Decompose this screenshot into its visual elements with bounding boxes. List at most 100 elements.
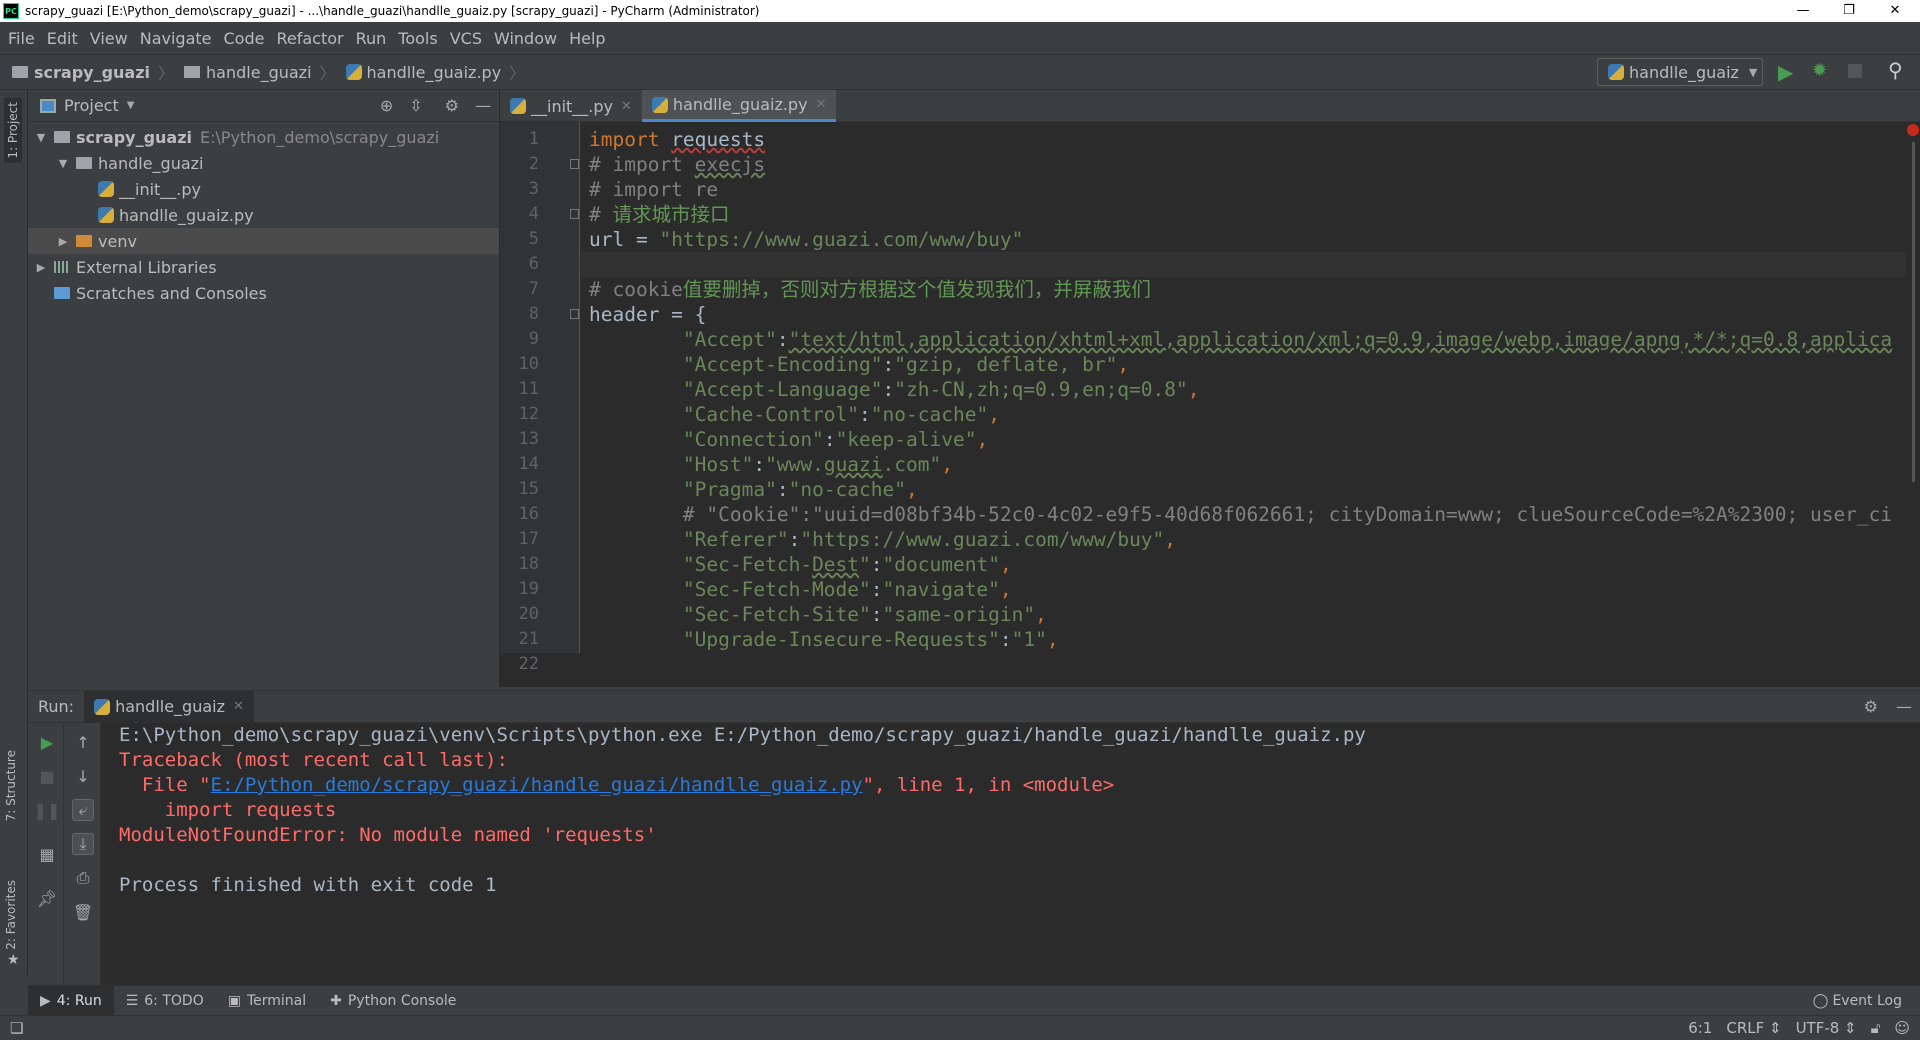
debug-bug-icon[interactable]: ✹ [1812, 60, 1827, 81]
tool-window-run[interactable]: ▶ 4: Run [28, 985, 114, 1016]
run-configuration-select[interactable]: handlle_guaiz ▼ [1597, 58, 1763, 86]
tree-item[interactable]: handlle_guaiz.py [28, 202, 499, 228]
code-area[interactable]: import requests # import execjs # import r… [581, 122, 1906, 653]
code-line[interactable]: url = "https://www.guazi.com/www/buy" [589, 227, 1023, 252]
code-line[interactable]: "Sec-Fetch-Site":"same-origin", [589, 602, 1047, 627]
breadcrumb-package[interactable]: handle_guazi 〉 [184, 60, 336, 84]
scrollbar-thumb[interactable] [1912, 142, 1915, 482]
tree-item[interactable]: ▼ handle_guazi [28, 150, 499, 176]
tool-window-python-console[interactable]: ✚ Python Console [318, 986, 468, 1016]
code-line[interactable]: "Upgrade-Insecure-Requests":"1", [589, 627, 1059, 652]
close-tab-icon[interactable]: ✕ [816, 97, 827, 112]
hide-panel-icon[interactable]: — [475, 96, 491, 115]
hide-panel-icon[interactable]: — [1896, 697, 1912, 716]
tool-window-terminal[interactable]: ▣ Terminal [216, 986, 318, 1016]
panel-toggle-icon[interactable]: ❏ [10, 1019, 23, 1037]
menu-file[interactable]: File [8, 29, 35, 48]
code-line[interactable]: # "Cookie":"uuid=d08bf34b-52c0-4c02-e9f5… [589, 502, 1892, 527]
search-icon[interactable]: ⚲ [1888, 58, 1903, 82]
soft-wrap-icon[interactable]: ⤶ [72, 799, 94, 821]
expand-arrow-icon[interactable]: ▼ [34, 131, 48, 144]
caret-position[interactable]: 6:1 [1688, 1019, 1712, 1037]
favorites-tool-button[interactable]: 2: Favorites [4, 880, 18, 950]
minimize-button[interactable]: — [1780, 0, 1826, 22]
code-line[interactable]: "Sec-Fetch-Dest":"document", [589, 552, 1012, 577]
menu-navigate[interactable]: Navigate [140, 29, 212, 48]
tab-init-py[interactable]: __init__.py ✕ [500, 90, 642, 122]
lock-open-icon[interactable]: 🔓︎ [1871, 1019, 1881, 1037]
close-tab-icon[interactable]: ✕ [621, 99, 632, 114]
expand-arrow-icon[interactable]: ▶ [56, 235, 70, 248]
tree-item[interactable]: ▼ scrapy_guazi E:\Python_demo\scrapy_guazi [28, 124, 499, 150]
code-line[interactable]: "Pragma":"no-cache", [589, 477, 918, 502]
event-log-button[interactable]: ◯ Event Log [1813, 993, 1902, 1009]
file-link[interactable]: E:/Python_demo/scrapy_guazi/handle_guazi… [211, 774, 863, 796]
line-separator-select[interactable]: CRLF ⇕ [1726, 1019, 1781, 1037]
stop-button[interactable] [1848, 64, 1862, 78]
tool-window-todo[interactable]: ☰ 6: TODO [114, 986, 216, 1016]
code-line[interactable]: "Accept":"text/html,application/xhtml+xm… [589, 327, 1892, 352]
code-line[interactable]: "Accept-Encoding":"gzip, deflate, br", [589, 352, 1129, 377]
code-line[interactable]: "Cache-Control":"no-cache", [589, 402, 1000, 427]
fold-marker-icon[interactable] [570, 209, 579, 219]
chevron-down-icon[interactable]: ▼ [127, 100, 135, 111]
fold-marker-icon[interactable] [570, 309, 579, 319]
code-line[interactable]: "User-Agent":"Mozilla/5.0 (Windows NT 10… [589, 652, 1892, 653]
error-indicator-icon[interactable] [1907, 124, 1919, 136]
code-line[interactable]: "Referer":"https://www.guazi.com/www/buy… [589, 527, 1176, 552]
structure-tool-button[interactable]: 7: Structure [4, 750, 18, 821]
inspector-icon[interactable]: ☺ [1894, 1019, 1910, 1037]
code-line[interactable]: "Connection":"keep-alive", [589, 427, 988, 452]
close-tab-icon[interactable]: ✕ [233, 699, 244, 714]
trash-icon[interactable]: 🗑︎ [72, 901, 94, 923]
pause-button[interactable]: ❚❚ [34, 799, 61, 821]
tab-handlle-guaiz-py[interactable]: handlle_guaiz.py ✕ [641, 90, 837, 122]
breadcrumb-project[interactable]: scrapy_guazi 〉 [12, 60, 174, 84]
code-line[interactable]: "Host":"www.guazi.com", [589, 452, 953, 477]
stop-button[interactable]: ■ [36, 765, 58, 787]
rerun-button[interactable]: ▶ [36, 731, 58, 753]
code-line[interactable]: "Accept-Language":"zh-CN,zh;q=0.9,en;q=0… [589, 377, 1200, 402]
code-line[interactable]: import requests [589, 127, 765, 152]
tree-item[interactable]: Scratches and Consoles [28, 280, 499, 306]
menu-window[interactable]: Window [494, 29, 557, 48]
project-view-select[interactable]: Project [64, 96, 119, 115]
arrow-down-icon[interactable]: ↓ [72, 765, 94, 787]
scroll-to-end-icon[interactable]: ⤓ [72, 833, 94, 855]
code-line[interactable]: # import re [589, 177, 718, 202]
menu-vcs[interactable]: VCS [450, 29, 482, 48]
gear-icon[interactable]: ⚙ [445, 96, 459, 115]
run-tab[interactable]: handlle_guaiz ✕ [84, 690, 254, 723]
pin-icon[interactable]: 📌︎ [36, 887, 58, 909]
collapse-all-icon[interactable]: ⇳ [409, 96, 422, 115]
menu-run[interactable]: Run [356, 29, 387, 48]
menu-help[interactable]: Help [569, 29, 605, 48]
run-console[interactable]: E:\Python_demo\scrapy_guazi\venv\Scripts… [101, 723, 1920, 985]
restore-button[interactable]: ❐ [1826, 0, 1872, 22]
menu-view[interactable]: View [90, 29, 128, 48]
code-line[interactable]: header = { [589, 302, 706, 327]
arrow-up-icon[interactable]: ↑ [72, 731, 94, 753]
code-line[interactable]: # import execjs [589, 152, 765, 177]
menu-edit[interactable]: Edit [47, 29, 78, 48]
menu-tools[interactable]: Tools [398, 29, 437, 48]
locate-icon[interactable]: ⊕ [380, 96, 393, 115]
code-line[interactable]: # cookie值要删掉，否则对方根据这个值发现我们，并屏蔽我们 [589, 277, 1151, 302]
menu-refactor[interactable]: Refactor [276, 29, 343, 48]
expand-arrow-icon[interactable]: ▼ [56, 157, 70, 170]
gear-icon[interactable]: ⚙ [1864, 697, 1878, 716]
editor-scrollbar[interactable] [1906, 122, 1920, 653]
code-line[interactable]: "Sec-Fetch-Mode":"navigate", [589, 577, 1012, 602]
project-tool-button[interactable]: 1: Project [4, 98, 22, 163]
tree-item[interactable]: ▶ venv [28, 228, 499, 254]
close-window-button[interactable]: ✕ [1872, 0, 1918, 22]
expand-arrow-icon[interactable]: ▶ [34, 261, 48, 274]
tree-item[interactable]: __init__.py [28, 176, 499, 202]
tree-item[interactable]: ▶ External Libraries [28, 254, 499, 280]
encoding-select[interactable]: UTF-8 ⇕ [1796, 1019, 1857, 1037]
menu-code[interactable]: Code [224, 29, 265, 48]
restore-layout-icon[interactable]: ▦ [36, 843, 58, 865]
print-icon[interactable]: ⎙ [72, 867, 94, 889]
fold-marker-icon[interactable] [570, 159, 579, 169]
breadcrumb-file[interactable]: handlle_guaiz.py 〉 [345, 60, 525, 84]
